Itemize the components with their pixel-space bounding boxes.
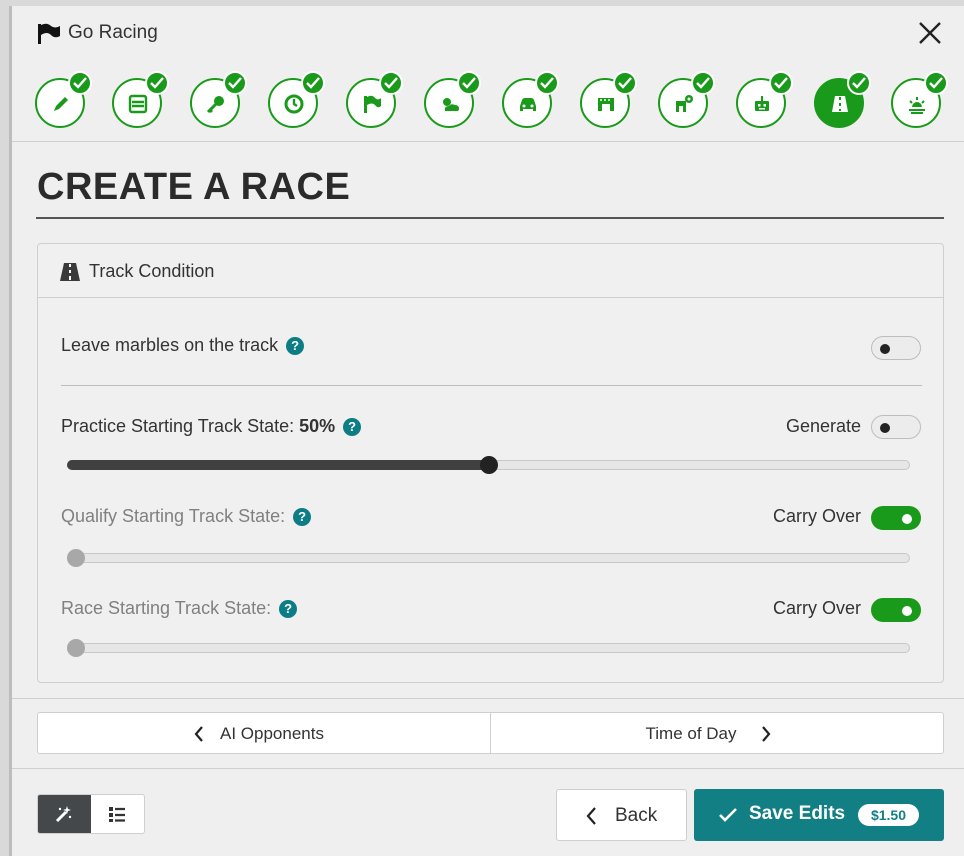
- title-underline: [36, 217, 944, 219]
- chevron-left-icon: [194, 726, 203, 742]
- list-view-button[interactable]: [91, 795, 144, 833]
- race-carry-over-toggle[interactable]: [871, 598, 921, 622]
- divider: [12, 768, 964, 769]
- slider-track: [67, 553, 910, 563]
- page-title: CREATE A RACE: [37, 166, 351, 208]
- completed-check-icon: [613, 71, 637, 95]
- section-divider: [61, 385, 922, 386]
- back-button[interactable]: Back: [556, 789, 687, 841]
- road-icon: [60, 263, 80, 281]
- marbles-toggle[interactable]: [871, 336, 921, 360]
- marbles-label: Leave marbles on the track?: [61, 335, 305, 356]
- help-icon[interactable]: ?: [293, 508, 312, 526]
- chevron-right-icon: [761, 726, 770, 742]
- pencil-icon: [54, 97, 68, 111]
- section-navigation: AI Opponents Time of Day: [37, 712, 944, 754]
- save-edits-button[interactable]: Save Edits $1.50: [694, 789, 944, 841]
- car-icon: [520, 98, 536, 111]
- garage-icon: [598, 98, 614, 111]
- road-icon: [832, 96, 848, 112]
- checkmark-icon: [719, 808, 737, 822]
- completed-check-icon: [847, 71, 871, 95]
- wizard-view-button[interactable]: [38, 795, 91, 833]
- flag-icon: [38, 23, 60, 44]
- wizard-stepper: [12, 68, 964, 142]
- sunrise-icon: [909, 97, 925, 114]
- slider-track: [67, 643, 910, 653]
- help-icon[interactable]: ?: [286, 337, 305, 355]
- completed-check-icon: [769, 71, 793, 95]
- prev-section-button[interactable]: AI Opponents: [38, 713, 491, 753]
- step-sunrise[interactable]: [891, 71, 948, 128]
- completed-check-icon: [223, 71, 247, 95]
- help-icon[interactable]: ?: [343, 418, 362, 436]
- clock-icon: [284, 94, 304, 114]
- completed-check-icon: [68, 71, 92, 95]
- list-view-icon: [109, 807, 125, 822]
- slider-thumb[interactable]: [67, 639, 85, 657]
- practice-value: 50%: [299, 416, 336, 436]
- step-garage[interactable]: [580, 71, 637, 128]
- key-icon: [206, 96, 224, 114]
- slider-thumb[interactable]: [67, 549, 85, 567]
- save-label: Save Edits: [749, 803, 846, 824]
- help-icon[interactable]: ?: [279, 600, 298, 618]
- practice-label: Practice Starting Track State: 50%?: [61, 416, 362, 437]
- toggle-knob: [880, 423, 890, 433]
- toggle-knob: [902, 606, 912, 616]
- qualify-carry-over-label: Carry Over: [772, 506, 861, 526]
- completed-check-icon: [301, 71, 325, 95]
- list-icon: [128, 94, 148, 114]
- step-pencil[interactable]: [35, 71, 92, 128]
- qualify-label: Qualify Starting Track State:?: [61, 506, 312, 527]
- slider-fill: [67, 460, 489, 470]
- close-icon[interactable]: [916, 19, 944, 47]
- prev-section-label: AI Opponents: [220, 724, 324, 743]
- go-racing-window: Go Racing CREATE A RACE Track Condition …: [9, 6, 964, 856]
- step-key[interactable]: [190, 71, 247, 128]
- back-label: Back: [615, 805, 658, 826]
- next-section-button[interactable]: Time of Day: [491, 713, 944, 753]
- step-car-setup[interactable]: [658, 71, 715, 128]
- robot-icon: [755, 96, 769, 111]
- step-road-active[interactable]: [814, 71, 871, 128]
- car-setup-icon: [676, 95, 693, 112]
- next-section-label: Time of Day: [645, 724, 737, 743]
- step-robot[interactable]: [736, 71, 793, 128]
- completed-check-icon: [145, 71, 169, 95]
- completed-check-icon: [457, 71, 481, 95]
- divider: [12, 698, 964, 699]
- toggle-knob: [880, 344, 890, 354]
- completed-check-icon: [924, 71, 948, 95]
- price-badge: $1.50: [858, 804, 919, 826]
- toggle-knob: [902, 514, 912, 524]
- qualify-track-state-slider[interactable]: [67, 549, 910, 567]
- window-title: Go Racing: [68, 22, 158, 43]
- qualify-carry-over-toggle[interactable]: [871, 506, 921, 530]
- completed-check-icon: [379, 71, 403, 95]
- step-car[interactable]: [502, 71, 559, 128]
- race-carry-over-label: Carry Over: [772, 598, 861, 618]
- generate-toggle[interactable]: [871, 415, 921, 439]
- slider-thumb[interactable]: [480, 456, 498, 474]
- race-track-state-slider[interactable]: [67, 639, 910, 657]
- completed-check-icon: [691, 71, 715, 95]
- generate-label: Generate: [785, 416, 861, 436]
- title-bar: Go Racing: [12, 6, 964, 62]
- panel-header: Track Condition: [38, 244, 943, 298]
- step-clock[interactable]: [268, 71, 325, 128]
- weather-icon: [443, 98, 459, 111]
- flag-icon: [364, 95, 381, 113]
- panel-title: Track Condition: [89, 261, 215, 281]
- step-list[interactable]: [112, 71, 169, 128]
- chevron-left-icon: [586, 807, 596, 825]
- step-weather[interactable]: [424, 71, 481, 128]
- race-label: Race Starting Track State:?: [61, 598, 298, 619]
- wizard-icon: [55, 806, 72, 823]
- view-mode-toggle: [37, 794, 145, 834]
- practice-track-state-slider[interactable]: [67, 456, 910, 474]
- completed-check-icon: [535, 71, 559, 95]
- step-flag[interactable]: [346, 71, 403, 128]
- track-condition-panel: Track Condition Leave marbles on the tra…: [37, 243, 944, 683]
